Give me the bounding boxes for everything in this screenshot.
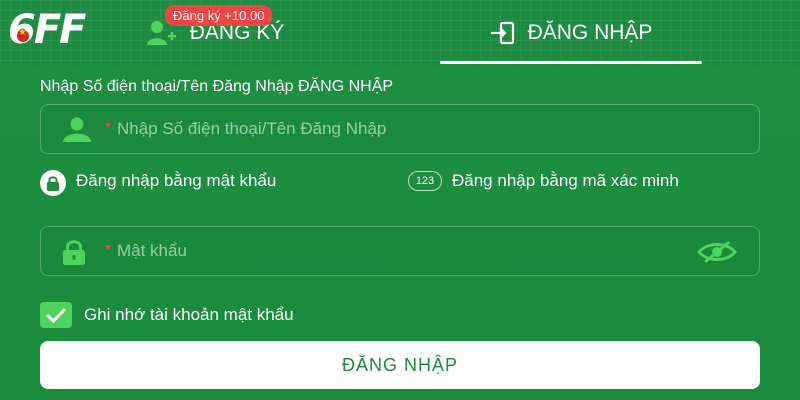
password-input[interactable] xyxy=(117,227,737,275)
login-mode-password-label: Đăng nhập bằng mật khẩu xyxy=(76,171,277,190)
remember-label: Ghi nhớ tài khoản mật khẩu xyxy=(84,305,294,324)
brand-logo[interactable]: 6 FF xyxy=(8,4,100,56)
header-bar: 6 FF ĐĂNG KÝ Đăng ký +10.00 ĐĂNG NHẬP xyxy=(0,0,800,66)
remember-checkbox[interactable] xyxy=(40,302,72,328)
username-field[interactable]: * xyxy=(40,104,760,154)
vietnam-flag-icon xyxy=(17,27,29,42)
logo-ff-text: FF xyxy=(33,7,87,53)
login-submit-button[interactable]: ĐĂNG NHẬP xyxy=(40,341,760,389)
login-mode-password[interactable]: Đăng nhập bằng mật khẩu xyxy=(40,170,276,196)
username-required-mark: * xyxy=(105,120,112,137)
checkmark-icon xyxy=(45,307,67,323)
remember-me[interactable]: Ghi nhớ tài khoản mật khẩu xyxy=(40,302,294,328)
lock-icon xyxy=(63,240,85,265)
login-door-icon xyxy=(490,21,514,45)
tab-login-label: ĐĂNG NHẬP xyxy=(527,21,653,44)
logo-six: 6 xyxy=(8,7,36,53)
lock-icon xyxy=(47,176,59,191)
register-bonus-badge: Đăng ký +10.00 xyxy=(165,5,273,26)
password-field[interactable]: * xyxy=(40,226,760,276)
password-required-mark: * xyxy=(105,242,112,259)
login-mode-code-label: Đăng nhập bằng mã xác minh xyxy=(452,171,679,190)
eye-off-icon[interactable] xyxy=(697,240,737,264)
user-icon xyxy=(63,117,91,142)
login-mode-code[interactable]: 123 Đăng nhập bằng mã xác minh xyxy=(408,170,728,192)
form-title: Nhập Số điện thoại/Tên Đăng Nhập ĐĂNG NH… xyxy=(40,78,394,95)
code-number-badge: 123 xyxy=(408,171,442,191)
username-input[interactable] xyxy=(117,105,737,153)
lock-badge xyxy=(40,170,66,196)
tab-login[interactable]: ĐĂNG NHẬP xyxy=(440,0,702,66)
